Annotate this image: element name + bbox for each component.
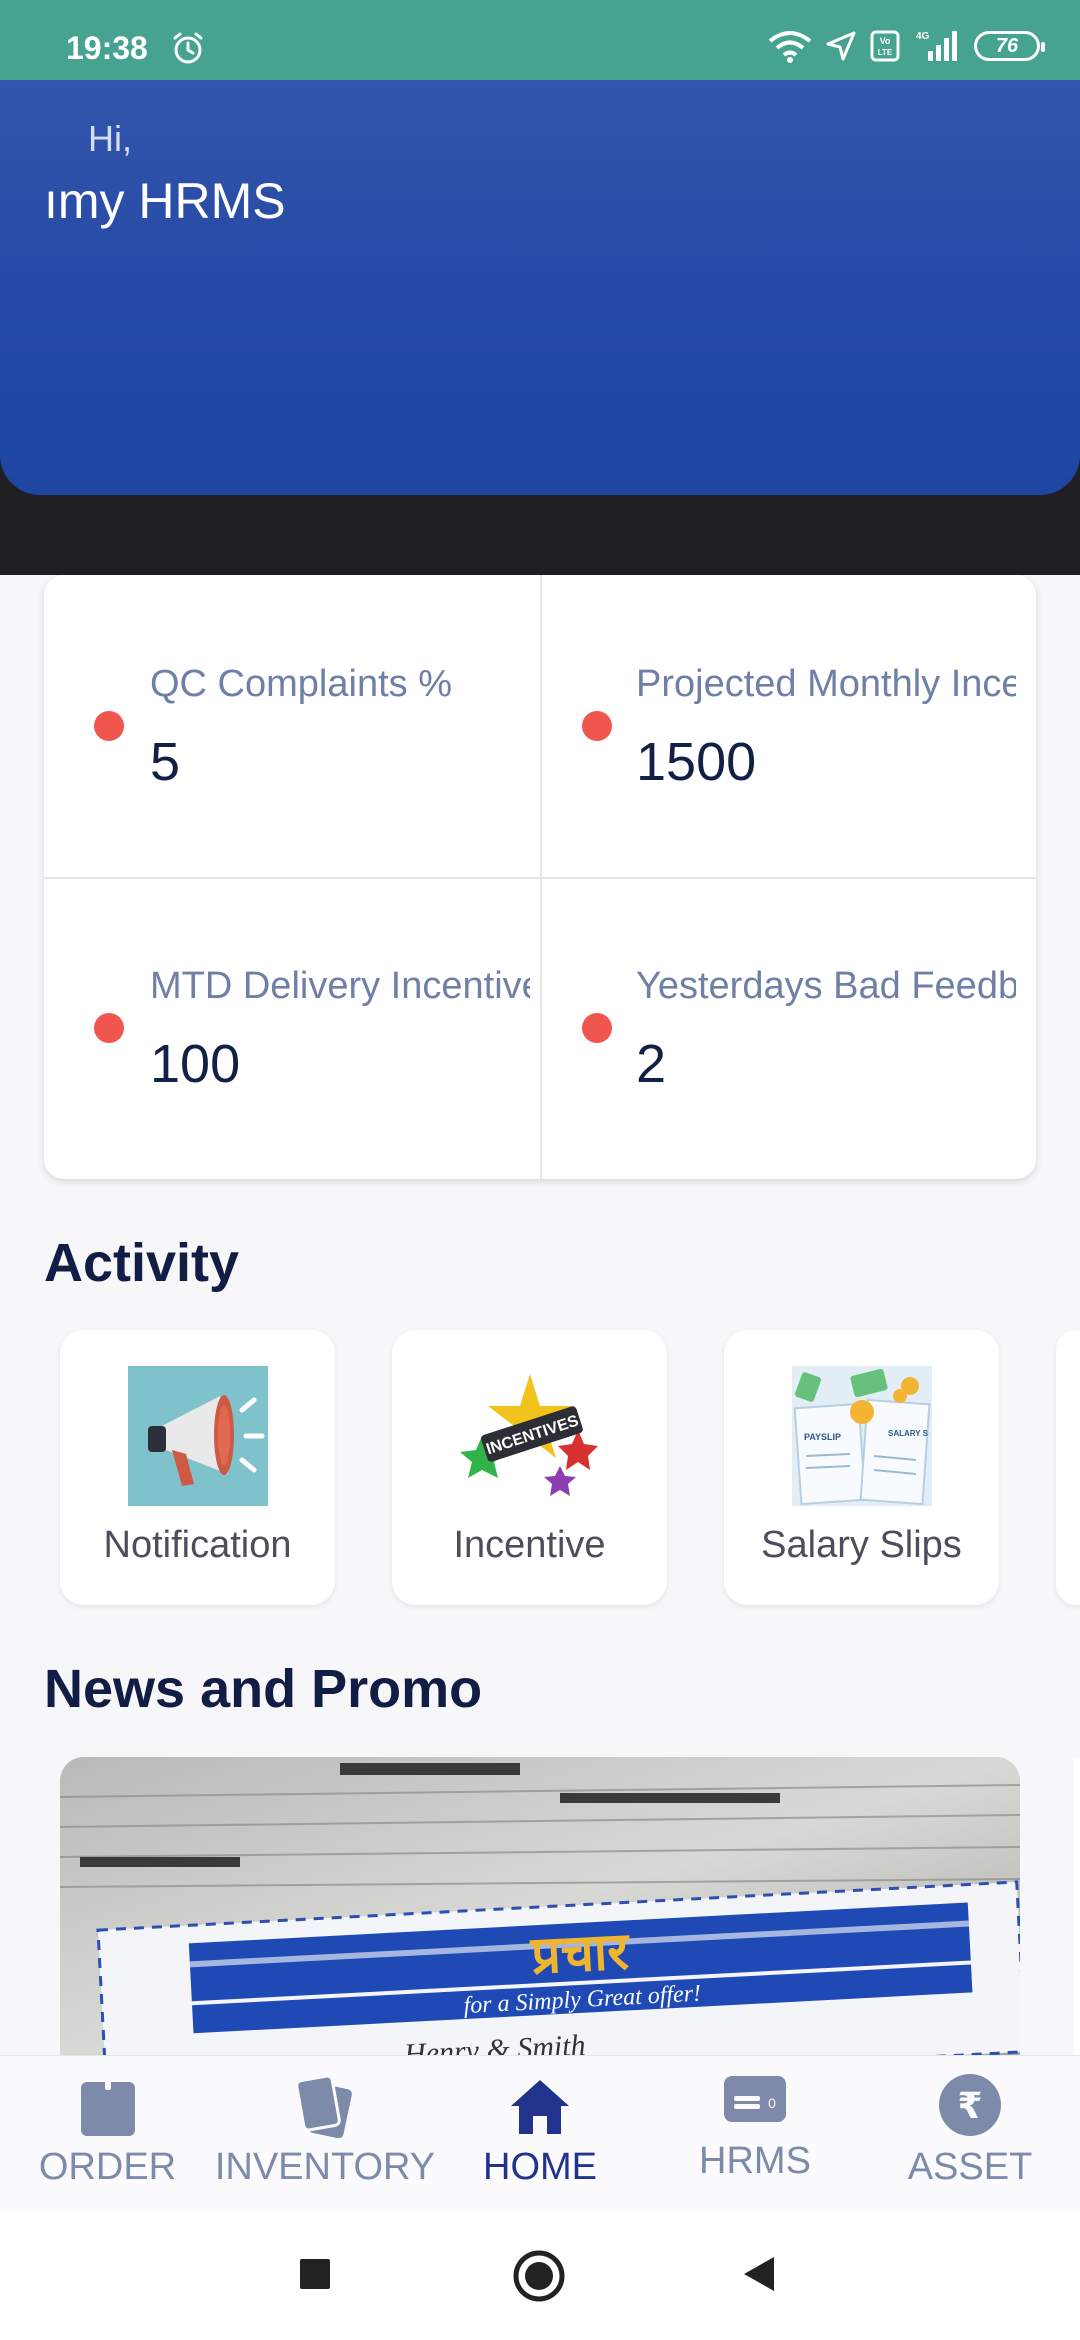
activity-salary-slips[interactable]: PAYSLIP SALARY S Salary Slips	[724, 1330, 999, 1605]
nav-label: ORDER	[38, 2146, 177, 2188]
id-card-icon: 0	[724, 2076, 786, 2122]
nav-label: HOME	[483, 2146, 597, 2188]
stat-value: 2	[636, 1034, 667, 1094]
activity-list[interactable]: Notification INCENTIVES Incentive PAYSLI…	[0, 1330, 1080, 1605]
wifi-icon	[768, 31, 812, 63]
status-dot-icon	[94, 711, 124, 741]
activity-label: Notification	[103, 1524, 292, 1566]
stats-card: QC Complaints % 5 Projected Monthly Ince…	[44, 575, 1036, 1179]
signal-icon: 4G	[916, 31, 957, 61]
nav-hrms[interactable]: 0 HRMS	[670, 2056, 840, 2211]
battery-level: 76	[995, 34, 1019, 57]
stat-label: Projected Monthly Ince	[636, 663, 1016, 705]
nav-order[interactable]: ORDER	[20, 2056, 195, 2211]
hero-header: Hi, ımy HRMS	[0, 80, 1080, 495]
cards-icon	[295, 2074, 352, 2138]
back-button[interactable]	[740, 2255, 776, 2293]
news-title: News and Promo	[44, 1659, 483, 1719]
user-name: ımy HRMS	[44, 173, 286, 229]
bottom-navigation: ORDER INVENTORY HOME 0 HRMS ₹ ASSET	[0, 2055, 1080, 2210]
stat-value: 1500	[636, 732, 757, 792]
stat-label: Yesterdays Bad Feedba	[636, 965, 1016, 1007]
system-navigation-bar	[0, 2210, 1080, 2340]
stat-yesterdays-bad-feedback[interactable]: Yesterdays Bad Feedba 2	[540, 877, 1036, 1179]
payslip-icon: PAYSLIP SALARY S	[792, 1366, 932, 1506]
status-bar: 19:38 Vo LTE 4G 76	[0, 0, 1080, 80]
stat-qc-complaints[interactable]: QC Complaints % 5	[44, 575, 540, 877]
home-icon	[511, 2080, 569, 2134]
news-card-peek[interactable]	[1074, 1757, 1080, 2057]
stat-label: QC Complaints %	[150, 663, 452, 705]
news-promo-card[interactable]: प्रचार for a Simply Great offer! Henry &…	[60, 1757, 1020, 2057]
status-dot-icon	[582, 711, 612, 741]
svg-text:Vo: Vo	[880, 36, 891, 46]
status-time: 19:38	[66, 30, 148, 66]
promo-image: प्रचार for a Simply Great offer! Henry &…	[60, 1757, 1020, 2057]
activity-label: Incentive	[453, 1524, 606, 1566]
home-button[interactable]	[512, 2249, 566, 2303]
nav-inventory[interactable]: INVENTORY	[210, 2056, 440, 2211]
activity-incentive[interactable]: INCENTIVES Incentive	[392, 1330, 667, 1605]
divider	[44, 877, 1036, 879]
nav-label: INVENTORY	[214, 2146, 436, 2188]
svg-text:4G: 4G	[916, 31, 930, 42]
stat-value: 100	[150, 1034, 241, 1094]
location-icon	[826, 31, 856, 61]
volte-icon: Vo LTE	[870, 30, 900, 62]
stat-mtd-delivery-incentive[interactable]: MTD Delivery Incentive 100	[44, 877, 540, 1179]
activity-card-peek[interactable]	[1056, 1330, 1080, 1605]
svg-text:LTE: LTE	[878, 48, 893, 57]
activity-notification[interactable]: Notification	[60, 1330, 335, 1605]
bag-icon	[80, 2074, 135, 2136]
nav-asset[interactable]: ₹ ASSET	[880, 2056, 1060, 2211]
svg-text:0: 0	[768, 2095, 776, 2111]
stat-label: MTD Delivery Incentive	[150, 965, 530, 1007]
svg-text:₹: ₹	[957, 2086, 982, 2127]
status-dot-icon	[582, 1013, 612, 1043]
megaphone-icon	[128, 1366, 268, 1506]
recent-apps-button[interactable]	[298, 2257, 332, 2291]
svg-text:SALARY S: SALARY S	[888, 1429, 929, 1438]
battery-icon: 76	[974, 31, 1045, 61]
rupee-icon: ₹	[939, 2074, 1001, 2136]
greeting-text: Hi,	[88, 118, 132, 159]
status-icons: Vo LTE 4G 76	[768, 26, 1045, 66]
activity-title: Activity	[44, 1233, 240, 1293]
incentives-icon: INCENTIVES	[460, 1366, 600, 1506]
status-dot-icon	[94, 1013, 124, 1043]
nav-label: ASSET	[907, 2146, 1033, 2188]
stat-value: 5	[150, 732, 181, 792]
activity-label: Salary Slips	[761, 1524, 962, 1566]
nav-label: HRMS	[699, 2140, 811, 2182]
svg-text:प्रचार: प्रचार	[529, 1921, 632, 1986]
alarm-icon	[173, 32, 203, 64]
stat-projected-monthly-incentive[interactable]: Projected Monthly Ince 1500	[540, 575, 1036, 877]
nav-home[interactable]: HOME	[455, 2056, 625, 2211]
svg-text:PAYSLIP: PAYSLIP	[804, 1432, 841, 1442]
